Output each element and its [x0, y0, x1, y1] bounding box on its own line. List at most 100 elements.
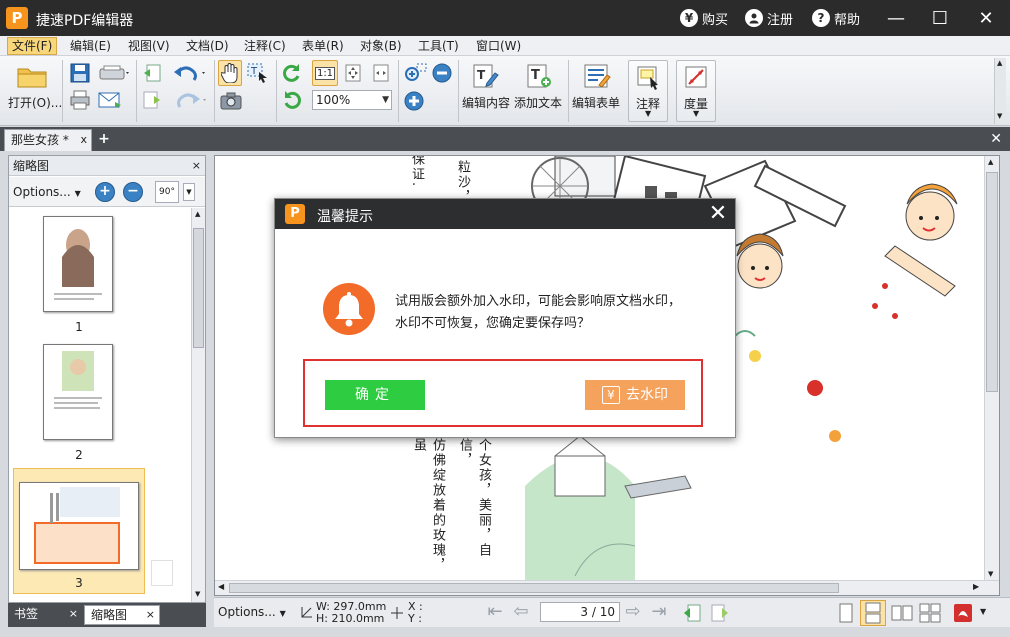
confirm-button[interactable]: 确定 [325, 380, 425, 410]
scroll-thumb[interactable] [193, 228, 204, 348]
remove-watermark-button[interactable]: ¥ 去水印 [585, 380, 685, 410]
thumbnail-number: 2 [75, 448, 83, 462]
register-link[interactable]: 注册 [745, 8, 793, 28]
fit-width-icon [373, 64, 389, 82]
forward-view-icon[interactable] [710, 603, 730, 623]
user-icon [745, 9, 763, 27]
menu-tools[interactable]: 工具(T) [414, 37, 463, 55]
chevron-down-icon[interactable]: ▼ [183, 183, 195, 201]
scroll-thumb[interactable] [986, 172, 998, 392]
rotate-ccw-button[interactable] [280, 88, 304, 112]
chevron-up-icon: ▲ [997, 59, 1003, 67]
hand-tool-button[interactable] [218, 60, 242, 86]
thumbnail-page-2[interactable] [43, 344, 113, 440]
continuous-view-button[interactable] [860, 600, 886, 626]
menu-edit[interactable]: 编辑(E) [66, 37, 115, 55]
extract-page-button[interactable] [140, 88, 164, 112]
app-title: 捷速PDF编辑器 [36, 13, 134, 29]
zoom-in-button[interactable] [402, 90, 426, 112]
fit-page-button[interactable] [342, 62, 364, 84]
open-label: 打开(O)... [8, 96, 63, 110]
maximize-button[interactable]: ☐ [926, 4, 954, 32]
facing-view-icon[interactable] [890, 602, 914, 624]
zoom-select[interactable]: 100% ▼ [312, 90, 392, 110]
close-button[interactable]: ✕ [972, 4, 1000, 32]
menu-view[interactable]: 视图(V) [124, 37, 174, 55]
first-page-button[interactable]: ⇤ [484, 602, 506, 622]
zoom-area-button[interactable] [402, 62, 428, 84]
save-button[interactable] [68, 62, 92, 84]
back-view-icon[interactable] [682, 603, 702, 623]
menu-window[interactable]: 窗口(W) [472, 37, 525, 55]
svg-text:T: T [531, 68, 540, 83]
thumbnail-page-3[interactable] [19, 482, 139, 570]
select-text-button[interactable]: T [246, 62, 270, 84]
tab-document[interactable]: 那些女孩 * x [4, 129, 92, 151]
thumbnail-zoom-out-button[interactable]: − [123, 182, 143, 202]
tab-close-button[interactable]: x [80, 130, 87, 150]
add-tab-button[interactable]: + [97, 132, 111, 146]
menu-object[interactable]: 对象(B) [356, 37, 406, 55]
grid-view-icon[interactable] [918, 602, 942, 624]
rotate-counterclockwise-icon [284, 91, 301, 109]
scroll-thumb[interactable] [229, 583, 839, 593]
page-extract-icon [143, 91, 160, 109]
annotate-dropdown[interactable]: 注释 ▼ [628, 60, 668, 122]
fit-width-button[interactable] [370, 62, 392, 84]
zoom-value: 100% [316, 93, 351, 107]
rotate-cw-button[interactable] [280, 62, 304, 84]
dialog-close-button[interactable]: ✕ [707, 201, 729, 227]
thumbnail-scrollbar[interactable]: ▲ ▼ [191, 208, 205, 602]
tab-bookmarks[interactable]: 书签 × [8, 605, 82, 625]
last-page-button[interactable]: ⇥ [648, 602, 670, 622]
thumbnail-zoom-in-button[interactable]: + [95, 182, 115, 202]
edit-content-button[interactable]: T [470, 62, 500, 90]
thumbnail-options-button[interactable]: Options... ▼ [13, 185, 81, 199]
dialog-header: P 温馨提示 ✕ [275, 199, 735, 229]
tab-close-button[interactable]: × [146, 606, 155, 624]
single-page-view-icon[interactable] [836, 602, 856, 624]
actual-size-button[interactable]: 1:1 [312, 60, 338, 86]
toolbar-scroll[interactable]: ▲ ▼ [994, 58, 1006, 124]
menu-document[interactable]: 文档(D) [182, 37, 233, 55]
scanner-button[interactable] [96, 62, 132, 84]
panel-close-button[interactable]: × [192, 156, 201, 176]
menu-form[interactable]: 表单(R) [298, 37, 348, 55]
redo-button[interactable] [170, 88, 210, 112]
menu-file[interactable]: 文件(F) [7, 37, 58, 55]
dialog-message-line: 试用版会额外加入水印，可能会影响原文档水印， [395, 294, 682, 309]
edit-form-button[interactable] [582, 62, 612, 90]
previous-page-button[interactable]: ⇦ [510, 602, 532, 622]
page-number-input[interactable]: 3 / 10 [540, 602, 620, 622]
add-text-button[interactable]: T [524, 62, 554, 90]
chevron-down-icon[interactable]: ▼ [980, 607, 986, 616]
yen-icon: ¥ [680, 9, 698, 27]
thumbnail-panel-header: 缩略图 × [9, 156, 205, 176]
thumbnail-number: 3 [75, 576, 83, 590]
open-button[interactable] [14, 62, 50, 90]
zoom-out-button[interactable] [430, 62, 454, 84]
next-page-button[interactable]: ⇨ [622, 602, 644, 622]
print-button[interactable] [68, 88, 92, 112]
menu-comment[interactable]: 注释(C) [240, 37, 290, 55]
close-all-tabs-button[interactable]: ✕ [990, 131, 1002, 147]
buy-link[interactable]: ¥ 购买 [680, 8, 728, 28]
snapshot-button[interactable] [218, 90, 244, 112]
help-link[interactable]: ? 帮助 [812, 8, 860, 28]
document-tab-bar: 那些女孩 * x + ✕ [0, 127, 1010, 151]
rotate-thumbnail-button[interactable]: 90° [155, 181, 179, 203]
document-vertical-scrollbar[interactable]: ▲ ▼ [984, 156, 999, 582]
pdf-export-icon[interactable] [952, 602, 974, 624]
minimize-button[interactable]: — [882, 4, 910, 32]
tab-thumbnails[interactable]: 缩略图 × [84, 605, 160, 625]
insert-page-button[interactable] [140, 62, 164, 84]
email-button[interactable] [96, 88, 124, 112]
tab-close-button[interactable]: × [69, 605, 78, 623]
thumbnail-page-1[interactable] [43, 216, 113, 312]
menu-bar: 文件(F) 编辑(E) 视图(V) 文档(D) 注释(C) 表单(R) 对象(B… [0, 36, 1010, 56]
thumbnail-number: 1 [75, 320, 83, 334]
measure-dropdown[interactable]: 度量 ▼ [676, 60, 716, 122]
status-options-button[interactable]: Options... ▼ [218, 605, 286, 619]
undo-button[interactable] [170, 62, 210, 84]
document-horizontal-scrollbar[interactable]: ◀ ▶ [215, 580, 999, 595]
